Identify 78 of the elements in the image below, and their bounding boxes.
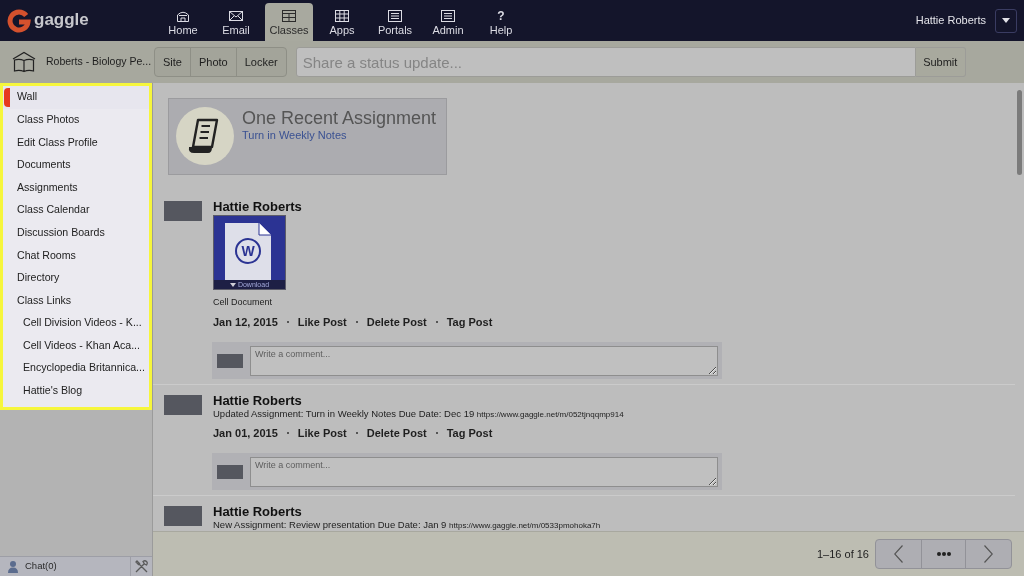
grid-icon [282,10,296,22]
sidebar-item[interactable]: Class Links [3,289,149,312]
page-range: 1–16 of 16 [817,546,869,562]
sidebar-item[interactable]: Class Photos [3,108,149,132]
comment-field[interactable]: Write a comment... [250,345,718,376]
author-name[interactable]: Hattie Roberts [213,505,302,519]
more-button[interactable] [921,540,966,568]
post-action-link[interactable]: Tag Post [446,424,493,442]
nav-tab[interactable]: Email [212,3,260,41]
sidebar-item[interactable]: Assignments [3,176,149,199]
post-link[interactable]: https://www.gaggle.net/m/052tjnqqmp914 [476,410,624,419]
class-name: Roberts - Biology Pe... [46,54,152,70]
assignment-icon [176,107,234,165]
nav-tab[interactable]: Admin [424,3,472,41]
post-action-link[interactable]: Like Post [297,313,347,331]
post-date: Jan 01, 2015 [213,425,278,441]
author-name[interactable]: Hattie Roberts [213,200,302,214]
nav-tab[interactable]: Apps [318,3,366,41]
person-icon [8,560,18,573]
sidebar-item[interactable]: Documents [3,153,149,177]
logo-icon [7,8,31,33]
sidebar-item[interactable]: Cell Division Videos - K... [3,311,149,335]
sidebar-item[interactable]: Discussion Boards [3,221,149,245]
photo-placeholder [164,506,202,526]
toolbar-button[interactable]: Site [155,48,190,76]
assignment-card-title: One Recent Assignment [242,107,437,129]
photo-placeholder [217,464,243,479]
sidebar-item[interactable]: Hattie's Blog [3,379,149,403]
user-name[interactable]: Hattie Roberts [915,12,986,29]
down-triangle-icon [229,282,236,287]
document-icon [225,223,271,281]
list-icon [388,10,402,22]
envelope-icon [229,10,243,22]
sidebar-item[interactable]: Class Calendar [3,198,149,222]
photo-placeholder [164,201,202,221]
caret-icon [1002,18,1010,23]
active-marker-icon [4,88,10,107]
comment-field[interactable]: Write a comment... [250,456,718,487]
sidebar-item[interactable]: Encyclopedia Britannica... [3,357,149,380]
post-action-link[interactable]: Delete Post [366,424,427,442]
nav-tab[interactable]: Portals [371,3,419,41]
chat-button[interactable]: Chat(0) [25,559,57,574]
assignment-link[interactable]: Turn in Weekly Notes [242,129,347,142]
home-icon [176,10,190,22]
word-logo: W [235,238,261,264]
scrollbar-thumb[interactable] [1017,90,1022,175]
post-action-link[interactable]: Delete Post [366,313,427,331]
account-menu-button[interactable] [995,8,1017,33]
nav-tab[interactable]: ? Help [477,3,525,41]
nav-tab[interactable]: Classes [265,3,313,41]
photo-placeholder [164,395,202,415]
sidebar-item[interactable]: Chat Rooms [3,244,149,267]
toolbar-button[interactable]: Locker [235,48,286,76]
toolbar-button[interactable]: Photo [189,48,236,76]
post-action-link[interactable]: Like Post [297,424,347,442]
more-icon [936,552,951,556]
photo-placeholder [217,353,243,368]
file-caption: Cell Document [213,297,273,308]
tools-icon [135,560,148,573]
post-date: Jan 12, 2015 [213,314,278,330]
sidebar-item[interactable]: Wall [3,86,149,109]
submit-button[interactable]: Submit [915,47,966,77]
chevron-left-icon [894,545,903,563]
post-text: Updated Assignment: Turn in Weekly Notes Due Date: Dec 19 https://www.gaggle.net/m/052tjnqqmp914 [213,408,624,420]
grid-icon [335,10,349,22]
post-text: New Assignment: Review presentation Due Date: Jan 9 https://www.gaggle.net/m/0533pmohoka7h [213,519,601,531]
status-field[interactable]: Share a status update... [295,47,916,77]
nav-tab[interactable]: Home [159,3,207,41]
post-link[interactable]: https://www.gaggle.net/m/0533pmohoka7h [449,521,601,530]
class-book-icon [12,51,36,73]
chevron-right-icon [984,545,993,563]
logo-text: gaggle [34,10,89,31]
sidebar-item[interactable]: Cell Videos - Khan Aca... [3,334,149,358]
list-icon [441,10,455,22]
sidebar-item[interactable]: Edit Class Profile [3,131,149,154]
post-action-link[interactable]: Tag Post [446,313,493,331]
author-name[interactable]: Hattie Roberts [213,394,302,408]
sidebar-item[interactable]: Directory [3,266,149,290]
